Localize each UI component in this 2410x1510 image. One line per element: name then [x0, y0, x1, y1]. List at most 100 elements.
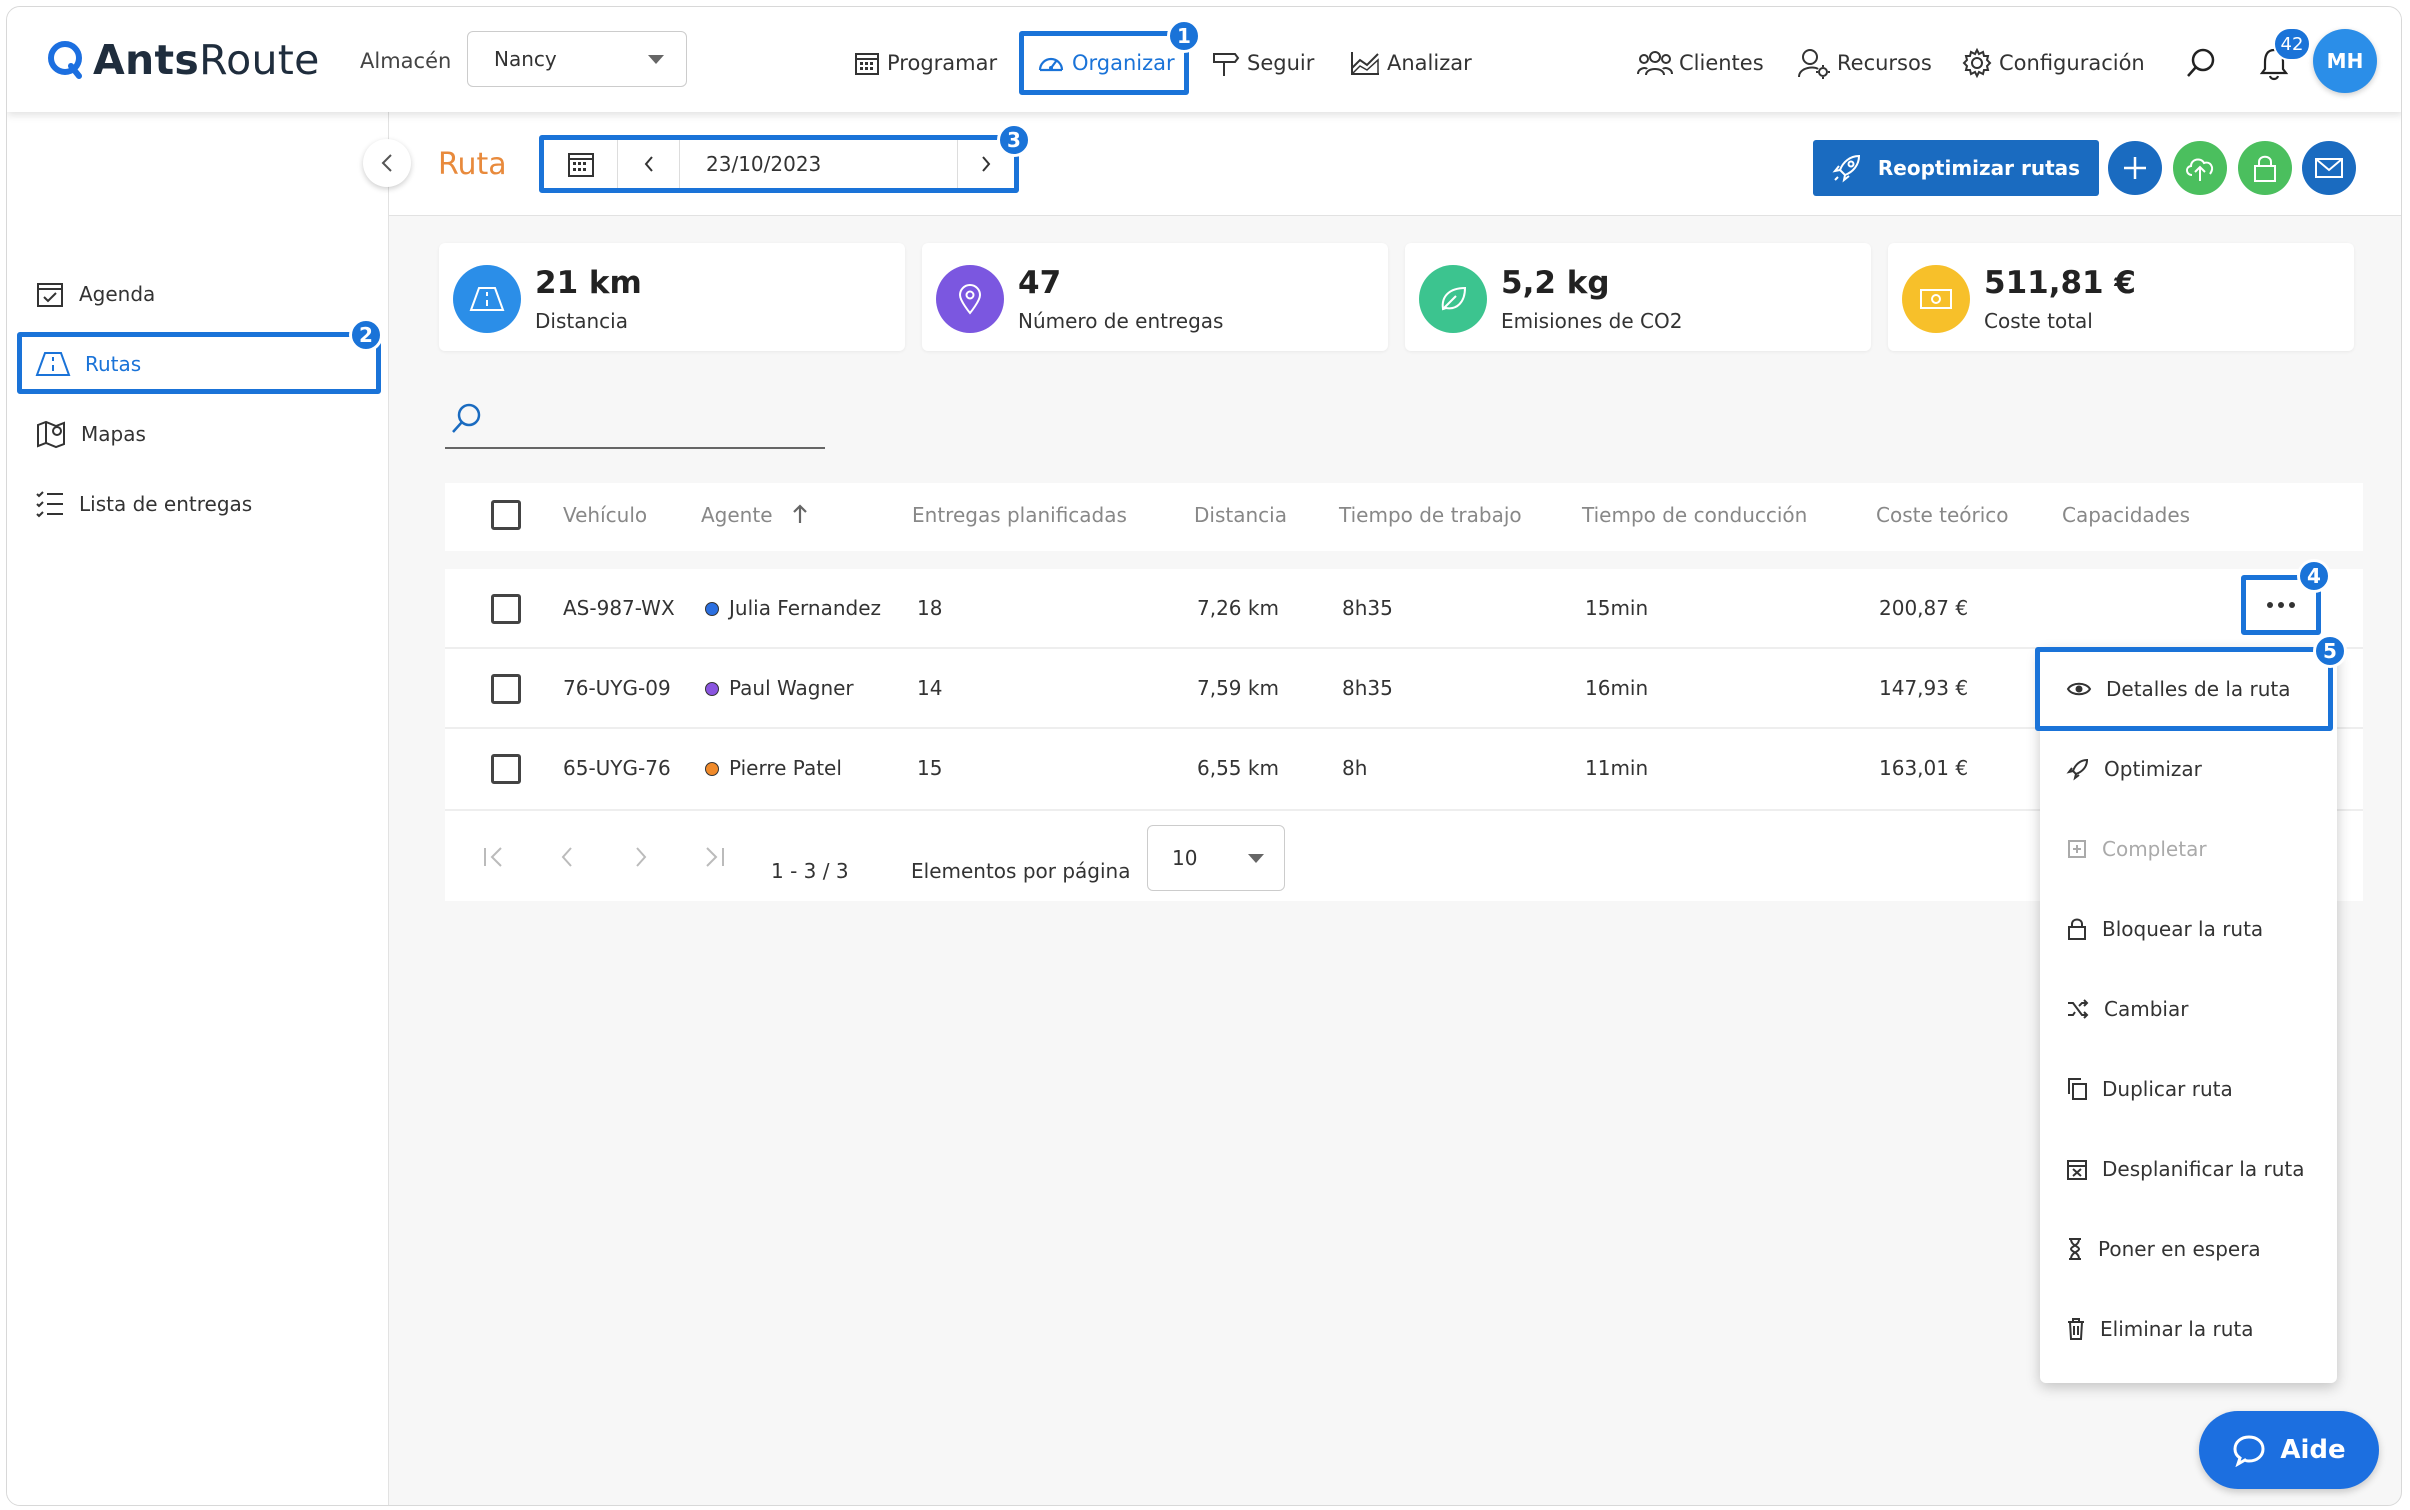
nav-analizar[interactable]: Analizar [1349, 43, 1472, 83]
nav-configuracion[interactable]: Configuración [1961, 43, 2145, 83]
logo-icon [48, 41, 82, 79]
step-badge-1: 1 [1167, 19, 1201, 53]
cell-agent[interactable]: Pierre Patel [705, 756, 842, 780]
chevron-right-icon [982, 156, 991, 172]
sidebar-item-label: Mapas [81, 422, 146, 446]
calendar-icon [567, 153, 594, 177]
sidebar-item-label: Lista de entregas [79, 492, 253, 516]
cell-cost: 163,01 € [1879, 756, 1969, 780]
menu-item-optimize[interactable]: Optimizar [2040, 729, 2337, 809]
nav-seguir-label: Seguir [1247, 51, 1315, 75]
first-page-icon[interactable] [481, 845, 507, 869]
sidebar-item-lista-entregas[interactable]: Lista de entregas [35, 484, 252, 524]
stat-label: Distancia [535, 309, 628, 333]
antsroute-logo[interactable]: AntsRoute [45, 35, 320, 85]
more-dots-icon [2267, 602, 2295, 608]
row-checkbox[interactable] [491, 754, 521, 784]
nav-programar-label: Programar [887, 51, 998, 75]
nav-recursos-label: Recursos [1837, 51, 1932, 75]
map-icon [37, 420, 65, 449]
pagination-range: 1 - 3 / 3 [771, 859, 849, 883]
row-checkbox[interactable] [491, 594, 521, 624]
previous-date-button[interactable] [618, 140, 680, 188]
stat-card-distance: 21 km Distancia [439, 243, 905, 351]
nav-clientes-label: Clientes [1679, 51, 1764, 75]
menu-item-delete-route[interactable]: Eliminar la ruta [2040, 1289, 2337, 1369]
chevron-down-icon [648, 54, 664, 64]
location-pin-icon [936, 265, 1004, 333]
app-window: AntsRoute Almacén Nancy Programar Organi… [6, 6, 2402, 1506]
menu-item-label: Optimizar [2104, 757, 2202, 781]
previous-page-icon[interactable] [557, 845, 577, 869]
sort-ascending-icon[interactable] [791, 503, 809, 525]
stat-card-co2: 5,2 kg Emisiones de CO2 [1405, 243, 1871, 351]
avatar[interactable]: MH [2313, 29, 2377, 93]
nav-seguir[interactable]: Seguir [1211, 43, 1314, 83]
sidebar-item-agenda[interactable]: Agenda [35, 274, 155, 314]
lock-routes-button[interactable] [2238, 141, 2292, 195]
search-icon [452, 403, 481, 433]
checklist-icon [36, 491, 63, 518]
menu-item-unplan-route[interactable]: Desplanificar la ruta [2040, 1129, 2337, 1209]
sidebar: Agenda Rutas 2 Mapas Lista de entregas [7, 112, 389, 1505]
menu-item-complete[interactable]: Completar [2040, 809, 2337, 889]
stat-card-cost: 511,81 € Coste total [1888, 243, 2354, 351]
complete-icon [2068, 840, 2086, 858]
column-header-work-time[interactable]: Tiempo de trabajo [1339, 503, 1522, 527]
column-header-distance[interactable]: Distancia [1194, 503, 1287, 527]
calendar-icon [855, 53, 879, 75]
sidebar-item-rutas[interactable]: Rutas [35, 344, 141, 384]
select-all-checkbox[interactable] [491, 500, 521, 530]
nav-organizar-label: Organizar [1072, 51, 1175, 75]
row-checkbox[interactable] [491, 674, 521, 704]
per-page-select[interactable]: 10 [1147, 825, 1285, 891]
calendar-picker-button[interactable] [544, 140, 618, 188]
menu-item-change[interactable]: Cambiar [2040, 969, 2337, 1049]
nav-clientes[interactable]: Clientes [1637, 43, 1764, 83]
step-badge-3: 3 [997, 123, 1031, 157]
step-badge-5: 5 [2313, 634, 2347, 668]
cloud-upload-button[interactable] [2173, 141, 2227, 195]
email-button[interactable] [2302, 141, 2356, 195]
nav-analizar-label: Analizar [1387, 51, 1472, 75]
search-icon[interactable] [2185, 47, 2217, 83]
menu-item-put-on-hold[interactable]: Poner en espera [2040, 1209, 2337, 1289]
column-header-agent[interactable]: Agente [701, 503, 773, 527]
cell-agent[interactable]: Paul Wagner [705, 676, 854, 700]
add-route-button[interactable] [2108, 141, 2162, 195]
nav-organizar[interactable]: Organizar [1019, 31, 1189, 95]
column-header-vehicle[interactable]: Vehículo [563, 503, 647, 527]
warehouse-select[interactable]: Nancy [467, 31, 687, 87]
unplan-icon [2067, 1160, 2087, 1180]
logo-text: AntsRoute [93, 36, 320, 84]
help-label: Aide [2280, 1435, 2346, 1465]
next-page-icon[interactable] [631, 845, 651, 869]
copy-icon [2068, 1078, 2087, 1100]
column-header-planned[interactable]: Entregas planificadas [912, 503, 1127, 527]
date-input[interactable]: 23/10/2023 [680, 140, 958, 188]
menu-item-lock-route[interactable]: Bloquear la ruta [2040, 889, 2337, 969]
per-page-label: Elementos por página [911, 859, 1131, 883]
last-page-icon[interactable] [701, 845, 727, 869]
column-header-capacities[interactable]: Capacidades [2062, 503, 2190, 527]
search-input[interactable] [445, 393, 825, 449]
gauge-icon [1038, 57, 1064, 72]
sidebar-item-mapas[interactable]: Mapas [35, 414, 146, 454]
header-separator [445, 551, 2363, 569]
column-header-drive-time[interactable]: Tiempo de conducción [1582, 503, 1807, 527]
column-header-cost[interactable]: Coste teórico [1876, 503, 2009, 527]
stat-value: 47 [1018, 265, 1062, 301]
nav-recursos[interactable]: Recursos [1797, 43, 1932, 83]
stat-label: Coste total [1984, 309, 2093, 333]
collapse-sidebar-button[interactable] [363, 139, 411, 187]
cell-planned: 15 [917, 756, 943, 780]
nav-programar[interactable]: Programar [853, 43, 997, 83]
stat-card-deliveries: 47 Número de entregas [922, 243, 1388, 351]
cell-drive-time: 15min [1585, 596, 1649, 620]
cell-agent[interactable]: Julia Fernandez [705, 596, 881, 620]
reoptimize-routes-button[interactable]: Reoptimizar rutas [1813, 140, 2099, 196]
warehouse-label: Almacén [360, 49, 452, 73]
menu-item-duplicate-route[interactable]: Duplicar ruta [2040, 1049, 2337, 1129]
top-header: AntsRoute Almacén Nancy Programar Organi… [7, 7, 2401, 112]
help-button[interactable]: Aide [2199, 1411, 2379, 1489]
